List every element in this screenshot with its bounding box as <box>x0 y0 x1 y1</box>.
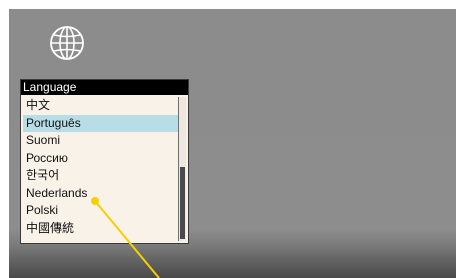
language-option-korean[interactable]: 한국어 <box>23 167 178 185</box>
language-list-scrollbar[interactable] <box>178 97 186 241</box>
language-option-chinese[interactable]: 中文 <box>23 97 178 115</box>
language-menu-title: Language <box>21 80 188 95</box>
language-menu: Language 中文 Português Suomi Россию 한국어 N… <box>20 79 189 244</box>
tv-screen: Language 中文 Português Suomi Россию 한국어 N… <box>9 9 456 278</box>
scrollbar-thumb[interactable] <box>180 167 185 239</box>
language-option-portuguese[interactable]: Português <box>23 114 178 132</box>
language-list: 中文 Português Suomi Россию 한국어 Nederlands… <box>23 97 178 237</box>
language-option-polish[interactable]: Polski <box>23 202 178 220</box>
language-option-finnish[interactable]: Suomi <box>23 132 178 150</box>
language-option-traditional-chinese[interactable]: 中國傳統 <box>23 220 178 238</box>
language-option-russian[interactable]: Россию <box>23 150 178 168</box>
language-option-dutch[interactable]: Nederlands <box>23 185 178 203</box>
globe-icon[interactable] <box>47 23 87 63</box>
